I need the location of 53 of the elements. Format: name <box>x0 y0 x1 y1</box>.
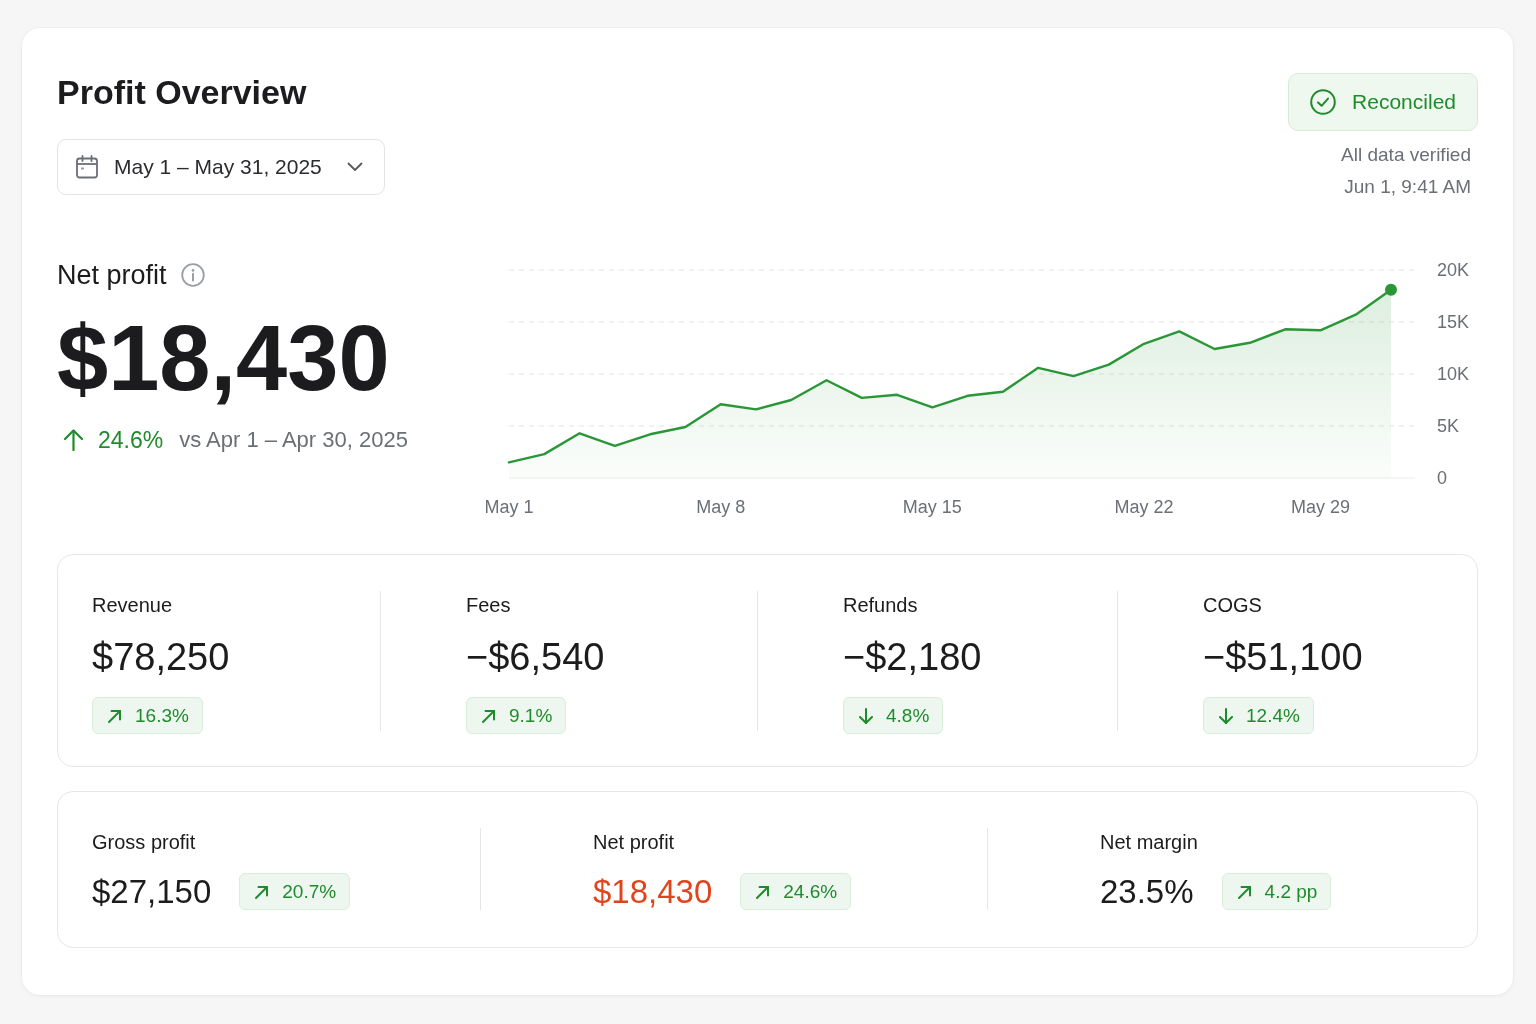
metric-value: $27,150 <box>92 873 212 910</box>
metric-label: Revenue <box>92 593 174 618</box>
arrow-up-right-icon <box>1236 883 1253 900</box>
calendar-icon <box>76 155 98 179</box>
status-label: Reconciled <box>1352 89 1456 115</box>
axis-label: 10K <box>1437 364 1470 384</box>
axis-label: May 22 <box>1114 497 1174 517</box>
change-value: 24.6% <box>783 879 838 904</box>
axis-label: 5K <box>1437 416 1460 436</box>
chevron-down-icon <box>346 162 363 172</box>
check-circle-icon <box>1310 89 1337 115</box>
axis-label: May 8 <box>696 497 746 517</box>
change-value: 9.1% <box>509 703 553 728</box>
axis-label: 20K <box>1437 260 1470 280</box>
metric-label: Net profit <box>57 259 167 292</box>
change-value: 4.8% <box>886 703 930 728</box>
date-range-button[interactable]: May 1 – May 31, 2025 <box>57 139 385 195</box>
change-value: 24.6% <box>98 426 164 455</box>
arrow-down-icon <box>858 707 874 724</box>
arrow-up-icon <box>63 429 84 451</box>
metric-value: $18,430 <box>593 873 713 910</box>
net-profit-value: $18,430 <box>57 312 391 404</box>
change-value: 20.7% <box>282 879 337 904</box>
change-value: 16.3% <box>135 703 189 728</box>
change-value: 12.4% <box>1246 703 1300 728</box>
metric-value: −$2,180 <box>843 635 983 679</box>
arrow-up-right-icon <box>481 707 497 724</box>
axis-label: May 29 <box>1290 497 1350 517</box>
axis-label: 15K <box>1437 312 1470 332</box>
axis-label: May 15 <box>902 497 962 517</box>
arrow-up-right-icon <box>755 883 772 900</box>
arrow-down-icon <box>1218 707 1234 724</box>
info-icon[interactable] <box>180 263 205 287</box>
metric-value: $78,250 <box>92 635 231 679</box>
metric-label: Refunds <box>843 593 919 618</box>
change-value: 4.2 pp <box>1264 879 1318 904</box>
metric-label: Fees <box>466 593 512 618</box>
page-title: Profit Overview <box>57 72 308 113</box>
metric-label: Gross profit <box>92 830 197 855</box>
comparison-text: vs Apr 1 – Apr 30, 2025 <box>179 426 408 454</box>
metric-value: −$51,100 <box>1203 635 1364 679</box>
metric-label: Net profit <box>593 830 676 855</box>
metric-label: Net margin <box>1100 830 1199 855</box>
metric-value: −$6,540 <box>466 635 606 679</box>
arrow-up-right-icon <box>254 883 271 900</box>
metric-label: COGS <box>1203 593 1263 618</box>
axis-label: May 1 <box>484 497 534 517</box>
axis-label: 0 <box>1437 468 1447 488</box>
verification-note: All data verified <box>1341 143 1472 167</box>
metric-value: 23.5% <box>1100 873 1194 910</box>
verification-time: Jun 1, 9:41 AM <box>1344 175 1472 199</box>
point-marker-icon <box>1385 283 1397 296</box>
arrow-up-right-icon <box>107 707 123 724</box>
